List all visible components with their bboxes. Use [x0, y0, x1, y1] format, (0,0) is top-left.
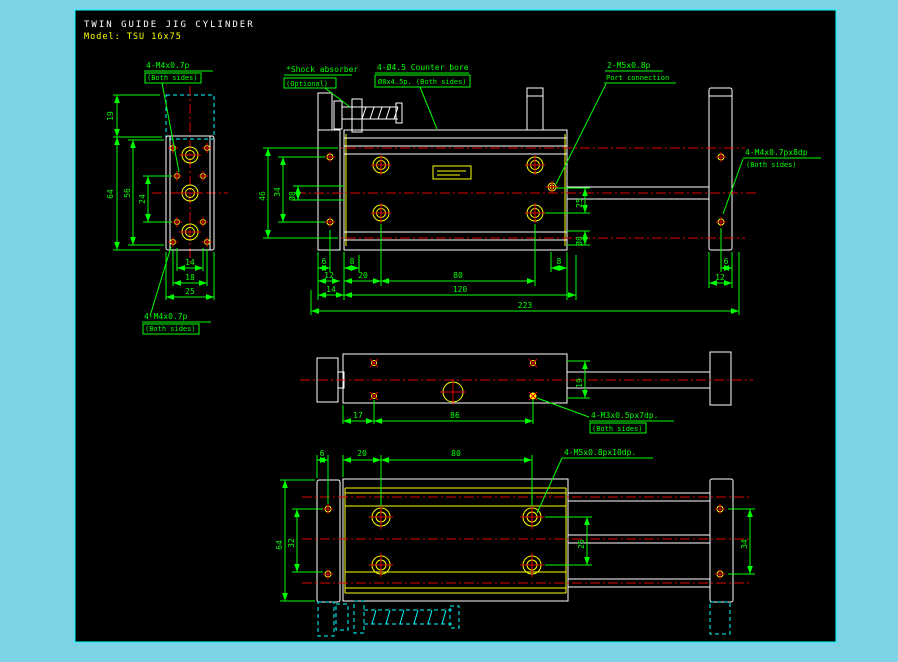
- callout-port: 2-M5x0.8p: [607, 61, 651, 70]
- dim-20: 20: [357, 449, 367, 458]
- dim-19: 19: [575, 378, 584, 388]
- dim-64: 64: [106, 189, 115, 199]
- callout-counterbore-note: Ø8x4.5p. (Both sides): [378, 78, 467, 86]
- callout-m4-top-note: (Both sides): [147, 74, 198, 82]
- dim-25: 25: [577, 539, 586, 549]
- dim-6-end: 6: [724, 257, 729, 266]
- dim-12-end: 12: [715, 273, 725, 282]
- dim-34: 34: [273, 187, 282, 197]
- dim-46: 46: [258, 191, 267, 201]
- dim-24: 24: [138, 194, 147, 204]
- dim-dia8-guide: Ø8: [287, 191, 297, 201]
- dim-6: 6: [320, 449, 325, 458]
- dim-14: 14: [326, 285, 336, 294]
- dim-25: 25: [185, 287, 195, 296]
- callout-end-tap: 4-M4x0.7px8dp: [745, 148, 808, 157]
- dim-6-left: 6: [322, 257, 327, 266]
- callout-shock-note: (Optional): [286, 80, 328, 88]
- callout-m4-top: 4-M4x0.7p: [146, 61, 190, 70]
- callout-m5: 4-M5x0.8px10dp.: [564, 448, 636, 457]
- dim-8-right: 8: [557, 257, 562, 266]
- dim-20: 20: [358, 271, 368, 280]
- dim-dia8-rod: Ø8: [574, 236, 584, 246]
- dim-8-left: 8: [350, 257, 355, 266]
- callout-shock: *Shock absorber: [286, 65, 358, 74]
- dim-25: 25: [575, 198, 584, 208]
- dim-19: 19: [106, 111, 115, 121]
- dim-12-left: 12: [324, 271, 334, 280]
- callout-m4-bottom-note: (Both sides): [145, 325, 196, 333]
- dim-64: 64: [275, 540, 284, 550]
- callout-m3-note: (Both sides): [592, 425, 643, 433]
- dim-80: 80: [451, 449, 461, 458]
- dim-223: 223: [518, 301, 533, 310]
- drawing-title: TWIN GUIDE JIG CYLINDER: [84, 20, 255, 30]
- dim-14: 14: [185, 258, 195, 267]
- cad-viewer: TWIN GUIDE JIG CYLINDER Model: TSU 16x75: [0, 0, 898, 658]
- dim-80: 80: [453, 271, 463, 280]
- dim-34: 34: [740, 539, 749, 549]
- dim-32: 32: [287, 538, 296, 548]
- dim-18: 18: [185, 273, 195, 282]
- callout-port-note: Port connection: [606, 74, 669, 82]
- callout-m3: 4-M3x0.5px7dp.: [591, 411, 658, 420]
- callout-end-tap-note: (Both sides): [746, 161, 797, 169]
- dim-17: 17: [353, 411, 363, 420]
- callout-counterbore: 4-Ø4.5 Counter bore: [377, 62, 469, 72]
- dim-86: 86: [450, 411, 460, 420]
- dim-120: 120: [453, 285, 468, 294]
- model-number: Model: TSU 16x75: [84, 32, 182, 42]
- dim-56: 56: [123, 188, 132, 198]
